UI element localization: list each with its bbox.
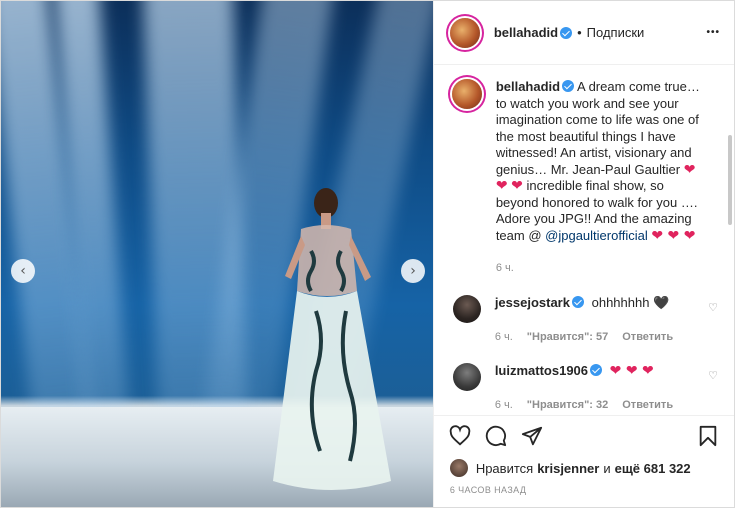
comment-time[interactable]: 6 ч. [495,399,513,411]
author-avatar[interactable] [449,17,480,48]
caption-time[interactable]: 6 ч. [496,260,708,277]
verified-badge-icon [590,363,603,376]
heart-emoji: ❤ [511,178,523,194]
likes-count[interactable]: ещё 681 322 [615,461,691,476]
comment-username[interactable]: jessejostark [495,295,570,310]
heart-icon[interactable]: ♡ [708,369,718,382]
mention-link[interactable]: @jpgaultierofficial [545,228,648,243]
heart-icon[interactable]: ♡ [708,301,718,314]
verified-badge-icon [562,80,575,92]
bookmark-icon[interactable] [696,424,720,448]
chevron-right-icon[interactable]: › [401,259,425,283]
likes-prefix: Нравится [475,460,534,476]
more-options-icon[interactable]: ••• [706,27,720,38]
comment-meta: 6 ч. "Нравится": 57 Ответить [495,331,673,343]
comment-text: ❤ ❤ ❤ [609,362,654,379]
comment-body: jessejostark ohhhhhhh 🖤 6 ч. "Нравится":… [495,295,673,343]
comment-meta: 6 ч. "Нравится": 32 Ответить [495,399,673,411]
commenter-avatar[interactable] [452,362,481,391]
post-sidebar: bellahadid • Подписки ••• bellahadid A d… [432,1,734,507]
caption: bellahadid A dream come true… to watch y… [450,79,718,277]
action-bar [433,415,734,455]
comment-text: ohhhhhhh [591,294,650,310]
author-username[interactable]: bellahadid [494,25,558,40]
heart-emoji: ❤ ❤ ❤ [651,227,696,244]
share-icon[interactable] [520,424,544,448]
comment-username[interactable]: luizmattos1906 [495,363,588,378]
post-header: bellahadid • Подписки ••• [433,1,734,65]
comment-item: jessejostark ohhhhhhh 🖤 6 ч. "Нравится":… [450,294,718,343]
liker-username[interactable]: krisjenner [537,461,599,476]
caption-avatar[interactable] [451,79,482,109]
chevron-left-icon[interactable]: ‹ [11,259,35,283]
comment-icon[interactable] [484,424,508,448]
likes-line: Нравится krisjenner и ещё 681 322 [434,455,734,481]
verified-badge-icon [571,295,584,308]
comment-item: luizmattos1906 ❤ ❤ ❤ 6 ч. "Нравится": 32… [450,362,718,411]
post-dialog: ‹ › bellahadid • Подписки ••• bellahadid… [0,0,735,508]
post-timestamp[interactable]: 6 ЧАСОВ НАЗАД [434,481,734,507]
following-button[interactable]: Подписки [587,25,645,40]
caption-text: bellahadid A dream come true… to watch y… [496,79,708,277]
likes-middle: и [603,460,611,476]
caption-username[interactable]: bellahadid [496,79,560,94]
comments-list: bellahadid A dream come true… to watch y… [434,65,734,415]
comment-time[interactable]: 6 ч. [495,331,513,343]
comment-likes[interactable]: "Нравится": 32 [527,399,608,411]
reply-button[interactable]: Ответить [622,399,673,411]
comment-likes[interactable]: "Нравится": 57 [527,331,608,343]
comments-scrollbar[interactable] [728,135,732,225]
reply-button[interactable]: Ответить [622,331,673,343]
verified-badge-icon [560,26,573,39]
post-media[interactable]: ‹ › [1,1,433,507]
liker-avatar[interactable] [449,459,468,477]
heart-icon[interactable] [448,424,472,448]
model-figure [273,188,391,490]
comment-body: luizmattos1906 ❤ ❤ ❤ 6 ч. "Нравится": 32… [495,363,673,411]
separator-dot: • [577,25,582,40]
commenter-avatar[interactable] [452,294,481,323]
black-heart-emoji: 🖤 [653,294,670,310]
